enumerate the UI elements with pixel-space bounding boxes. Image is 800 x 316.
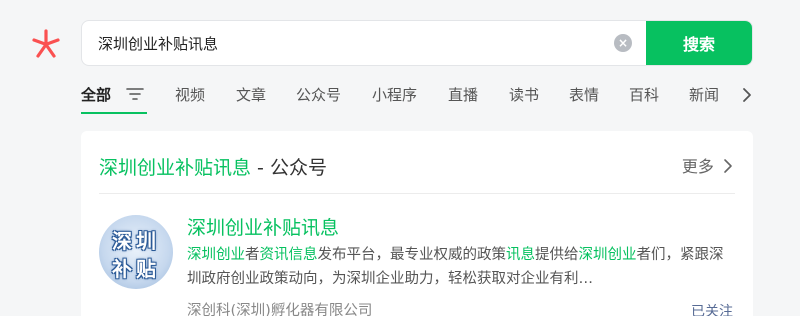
desc-highlight: 深圳创业: [187, 247, 245, 263]
tab-books[interactable]: 读书: [509, 84, 539, 105]
clear-icon[interactable]: ×: [614, 34, 632, 52]
chevron-right-icon[interactable]: [741, 86, 753, 104]
more-link[interactable]: 更多: [682, 153, 733, 177]
tab-articles[interactable]: 文章: [236, 84, 266, 105]
search-button[interactable]: 搜索: [646, 21, 752, 65]
section-title-suffix: - 公众号: [251, 157, 327, 179]
desc-highlight: 资讯信息: [259, 247, 318, 263]
tab-encyclopedia[interactable]: 百科: [629, 84, 659, 105]
more-label: 更多: [681, 157, 714, 176]
official-account-results-card: 深圳创业补贴讯息 - 公众号 更多 深圳 补贴 深圳创业补贴讯息 深圳创业者资讯…: [81, 131, 753, 316]
desc-highlight: 讯息: [506, 247, 535, 263]
desc-text: 提供给: [535, 247, 579, 263]
desc-text: 者: [245, 247, 260, 263]
wechat-search-logo-icon[interactable]: [30, 28, 62, 60]
search-input[interactable]: [98, 21, 598, 65]
search-bar: × 搜索: [81, 20, 753, 66]
account-avatar[interactable]: 深圳 补贴: [99, 215, 173, 289]
section-title: 深圳创业补贴讯息 - 公众号: [99, 153, 327, 180]
tab-video[interactable]: 视频: [175, 84, 205, 105]
filter-icon[interactable]: [126, 86, 144, 102]
tab-stickers[interactable]: 表情: [569, 84, 599, 105]
avatar-text-line1: 深圳: [112, 229, 160, 253]
tab-news[interactable]: 新闻: [689, 84, 719, 105]
divider: [99, 193, 735, 194]
tab-all[interactable]: 全部: [81, 84, 111, 105]
tab-mini-programs[interactable]: 小程序: [372, 84, 417, 105]
avatar-text-line2: 补贴: [112, 257, 160, 281]
desc-text: 发布平台，最专业权威的政策: [317, 247, 507, 263]
tab-official-accounts[interactable]: 公众号: [296, 84, 341, 105]
search-tabs: 全部 视频 文章 公众号 小程序 直播 读书 表情 百科 新闻: [81, 84, 771, 114]
active-tab-indicator: [81, 112, 147, 114]
follow-status[interactable]: 已关注: [691, 301, 733, 316]
desc-highlight: 深圳创业: [578, 247, 637, 263]
chevron-right-icon: [724, 159, 732, 173]
account-description: 深圳创业者资讯信息发布平台，最专业权威的政策讯息提供给深圳创业者们，紧跟深圳政府…: [187, 243, 735, 291]
account-name[interactable]: 深圳创业补贴讯息: [187, 213, 339, 240]
tab-live[interactable]: 直播: [448, 84, 478, 105]
section-title-query: 深圳创业补贴讯息: [99, 157, 252, 179]
account-organization: 深创科(深圳)孵化器有限公司: [187, 303, 373, 316]
